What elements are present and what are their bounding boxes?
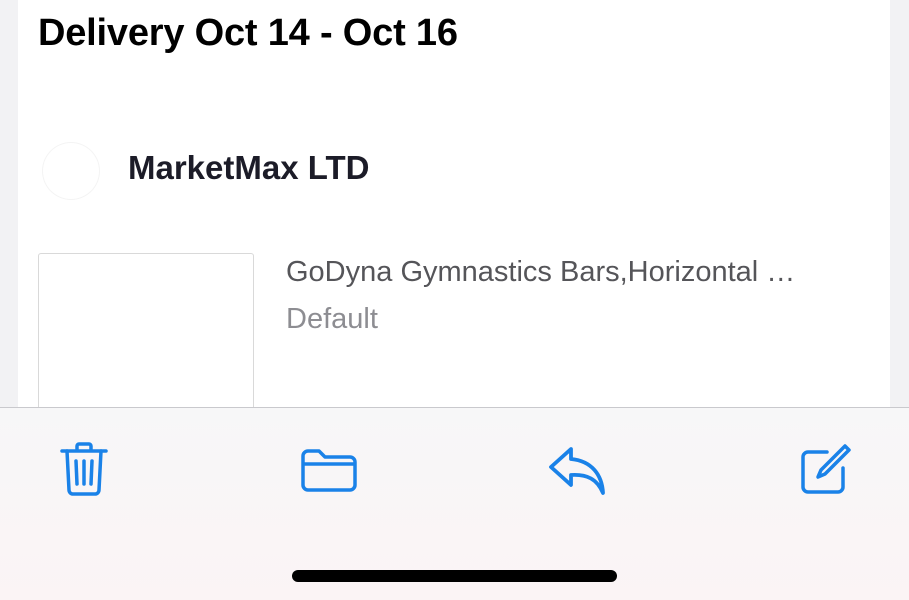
seller-avatar	[43, 143, 99, 199]
seller-name: MarketMax LTD	[128, 149, 370, 186]
compose-button[interactable]	[796, 441, 856, 499]
delivery-date-heading: Delivery Oct 14 - Oct 16	[38, 12, 458, 54]
folder-icon	[301, 449, 357, 492]
compose-icon	[801, 444, 851, 494]
delete-button[interactable]	[56, 441, 112, 497]
product-title[interactable]: GoDyna Gymnastics Bars,Horizontal …	[286, 256, 826, 289]
move-to-folder-button[interactable]	[298, 444, 360, 496]
product-variant: Default	[286, 303, 378, 335]
mail-message-screen: Delivery Oct 14 - Oct 16 MarketMax LTD G…	[0, 0, 909, 600]
reply-icon	[549, 447, 605, 495]
trash-icon	[60, 442, 108, 496]
reply-button[interactable]	[546, 444, 608, 498]
home-indicator[interactable]	[292, 570, 617, 582]
